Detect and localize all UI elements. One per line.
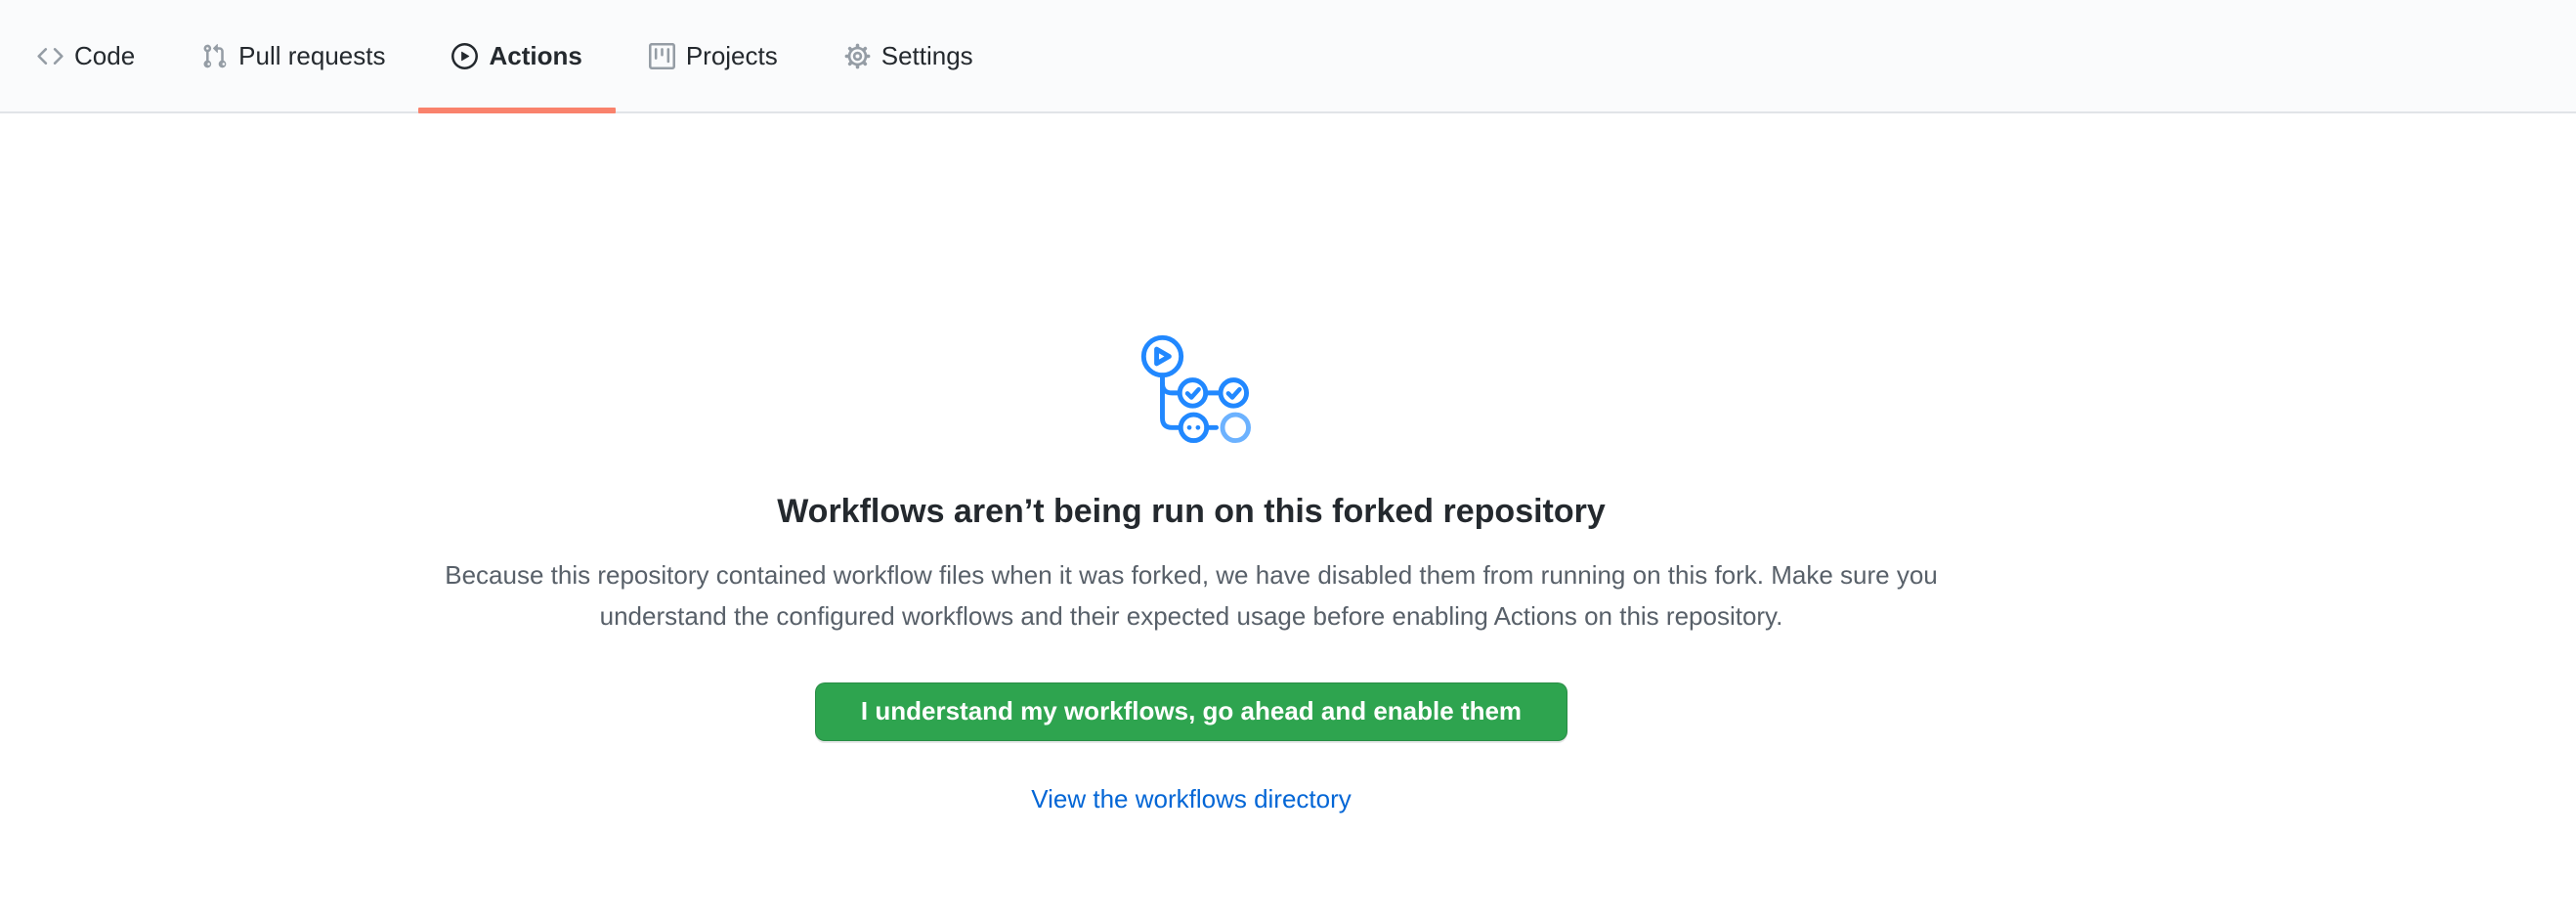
tab-settings-label: Settings [881, 43, 973, 68]
blankslate-description: Because this repository contained workfl… [400, 554, 1983, 637]
actions-page: Code Pull requests Actions Projects [0, 0, 2576, 814]
enable-workflows-button[interactable]: I understand my workflows, go ahead and … [815, 682, 1567, 741]
active-tab-underline [418, 108, 615, 113]
tab-actions-label: Actions [489, 43, 581, 68]
tab-pull-requests-label: Pull requests [238, 43, 385, 68]
play-icon [451, 43, 478, 69]
project-icon [649, 43, 675, 69]
workflow-graph-icon [1132, 327, 1251, 446]
tab-projects[interactable]: Projects [616, 0, 811, 111]
tab-code-label: Code [74, 43, 135, 68]
code-icon [37, 43, 64, 69]
repo-tab-nav: Code Pull requests Actions Projects [0, 0, 2576, 113]
actions-disabled-blankslate: Workflows aren’t being run on this forke… [0, 113, 2383, 814]
tab-actions[interactable]: Actions [418, 0, 615, 111]
tab-pull-requests[interactable]: Pull requests [168, 0, 418, 111]
tab-settings[interactable]: Settings [811, 0, 1007, 111]
git-pull-request-icon [201, 43, 228, 69]
view-workflows-link[interactable]: View the workflows directory [1031, 784, 1352, 814]
tab-code[interactable]: Code [4, 0, 168, 111]
gear-icon [844, 43, 871, 69]
blankslate-title: Workflows aren’t being run on this forke… [777, 491, 1606, 533]
tab-projects-label: Projects [686, 43, 778, 68]
